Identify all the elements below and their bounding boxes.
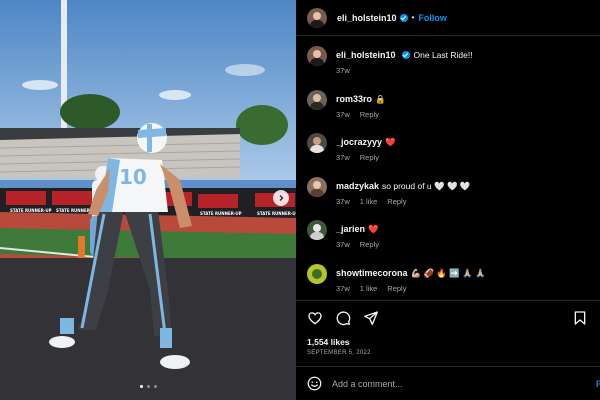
commenter-username[interactable]: _jarien [336,224,365,234]
bookmark-icon[interactable] [572,310,588,326]
comment-text: ❤️ [368,224,379,234]
comment-text: 🔒 [375,94,386,104]
separator-dot: • [411,13,415,22]
comment-item: showtimecorona 💪🏼 🏈 🔥 ➡️ 🙏🏼 🙏🏼 37w 1 like R… [307,264,597,293]
svg-text:STATE RUNNER-UP: STATE RUNNER-UP [257,211,296,216]
caption-age: 37w [336,66,350,75]
author-avatar[interactable] [307,7,327,28]
caption: eli_holstein10 One Last Ride!! 37w [307,46,597,75]
caption-text: One Last Ride!! [413,50,473,60]
commenter-username[interactable]: showtimecorona [336,268,408,278]
verified-badge-icon [401,51,410,59]
commenter-avatar[interactable] [307,133,327,153]
comment-input[interactable] [332,378,572,389]
carousel-dot [153,385,157,388]
carousel-indicator [0,385,296,388]
svg-text:STATE RUNNER-UP: STATE RUNNER-UP [10,208,52,213]
comment-text: 💪🏼 🏈 🔥 ➡️ 🙏🏼 🙏🏼 [410,268,486,278]
commenter-avatar[interactable] [307,90,327,110]
comment-item: _jocrazyyy ❤️ 37w Reply [307,133,597,162]
commenter-avatar[interactable] [307,220,327,240]
jersey-number: 10 [119,165,147,189]
commenter-username[interactable]: _jocrazyyy [336,137,382,147]
reply-button[interactable]: Reply [360,240,379,249]
heart-icon[interactable] [307,310,323,326]
author-username[interactable]: eli_holstein10 [337,13,397,23]
post-date: SEPTEMBER 5, 2022 [307,350,371,356]
comment-age: 37w [336,197,350,206]
share-icon[interactable] [363,310,379,326]
comment-item: madzykak so proud of u 🤍 🤍 🤍 37w 1 like Rep… [307,177,597,206]
smiley-icon[interactable] [307,376,322,391]
comment-item: _jarien ❤️ 37w Reply [307,220,597,249]
post-actions: 1,554 likes SEPTEMBER 5, 2022 [296,300,600,356]
caption-username[interactable]: eli_holstein10 [336,50,396,60]
comment-text: ❤️ [385,137,396,147]
chevron-right-icon [279,195,284,201]
carousel-dot-active [139,385,143,388]
like-count[interactable]: 1,554 likes [307,337,350,347]
reply-button[interactable]: Reply [360,153,379,162]
comment-item: rom33ro 🔒 37w Reply [307,90,597,119]
comment-age: 37w [336,284,350,293]
caption-avatar[interactable] [307,46,327,66]
post-side-panel: eli_holstein10 • Follow eli_holstein10 On… [296,0,600,400]
reply-button[interactable]: Reply [387,284,406,293]
reply-button[interactable]: Reply [387,197,406,206]
comment-age: 37w [336,240,350,249]
comment-icon[interactable] [335,310,351,326]
reply-button[interactable]: Reply [360,110,379,119]
add-comment-bar: P [296,366,600,400]
comment-age: 37w [336,110,350,119]
commenter-username[interactable]: madzykak [336,181,379,191]
football-player-image: STATE RUNNER-UP STATE RUNNER-UP STATE RU… [0,0,296,400]
post-header: eli_holstein10 • Follow [296,0,600,36]
post-comment-button[interactable]: P [596,379,600,389]
verified-badge-icon [399,13,408,22]
comment-likes[interactable]: 1 like [360,284,378,293]
post-photo[interactable]: STATE RUNNER-UP STATE RUNNER-UP STATE RU… [0,0,296,400]
follow-button[interactable]: Follow [418,13,447,23]
comment-age: 37w [336,153,350,162]
comment-text: so proud of u 🤍 🤍 🤍 [382,181,471,191]
comment-likes[interactable]: 1 like [360,197,378,206]
svg-text:STATE RUNNER-UP: STATE RUNNER-UP [200,211,242,216]
commenter-avatar[interactable] [307,177,327,197]
commenter-username[interactable]: rom33ro [336,94,372,104]
commenter-avatar[interactable] [307,264,327,284]
carousel-dot [146,385,150,388]
carousel-next-button[interactable] [273,190,289,206]
